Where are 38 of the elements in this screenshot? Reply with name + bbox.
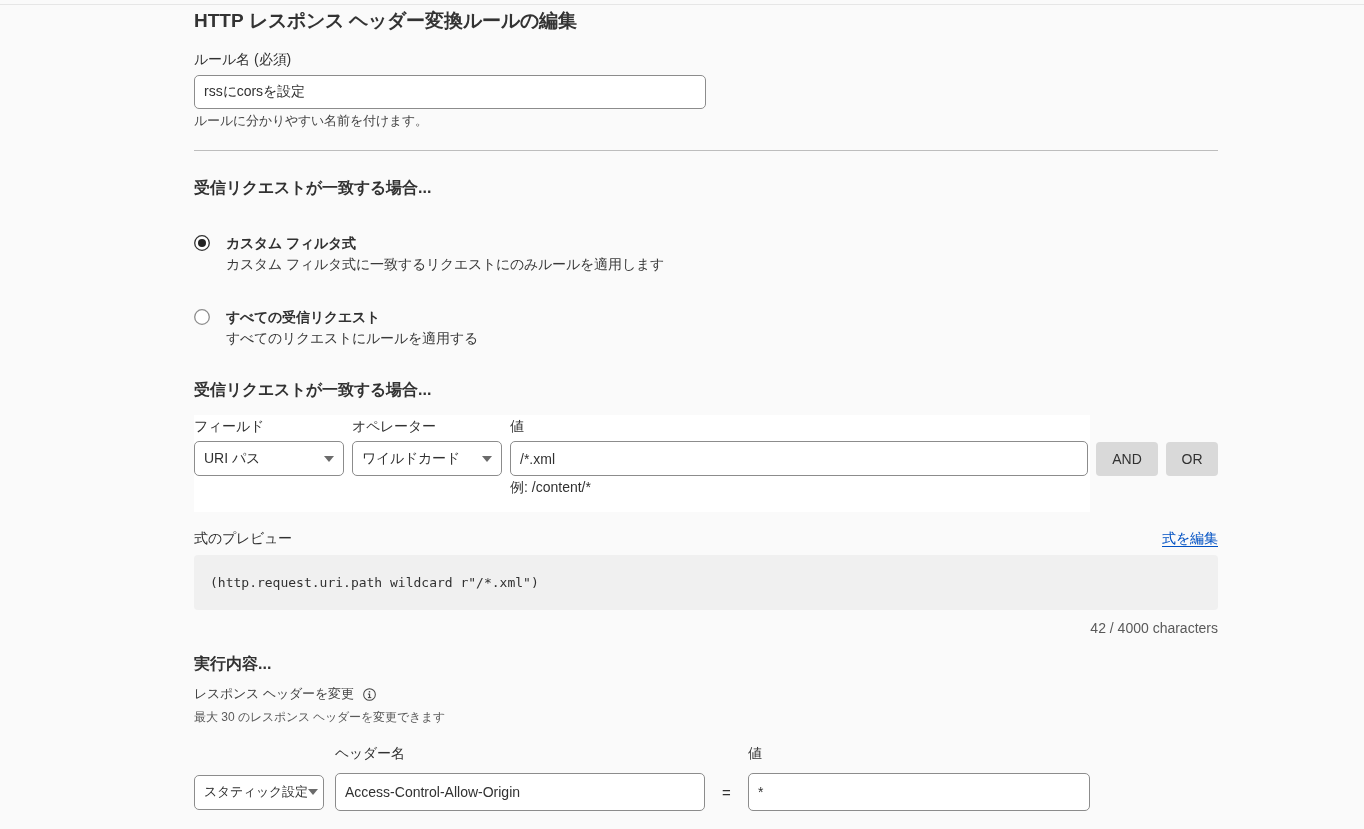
equals-sign: = — [722, 783, 731, 801]
preview-label: 式のプレビュー — [194, 529, 292, 547]
caret-icon — [482, 455, 492, 462]
mode-dropdown[interactable]: スタティック設定 — [194, 774, 324, 810]
rule-name-input[interactable]: rssにcorsを設定 — [194, 75, 706, 109]
field-dropdown[interactable]: URI パス — [194, 441, 344, 476]
logic-button[interactable]: AND — [1096, 442, 1158, 476]
option-description: カスタム フィルタ式に一致するリクエストにのみルールを適用します — [226, 255, 664, 274]
section-heading: 実行内容... — [194, 654, 272, 674]
value-input[interactable]: /*.xml — [510, 441, 1088, 476]
logic-button[interactable]: OR — [1166, 442, 1218, 476]
field-label: ルール名 (必須) — [194, 50, 292, 68]
column-label: 値 — [510, 417, 524, 435]
header-name-input[interactable]: Access-Control-Allow-Origin — [335, 773, 705, 811]
column-label: ヘッダー名 — [335, 744, 405, 762]
option-title: カスタム フィルタ式 — [226, 234, 356, 253]
expression-preview: (http.request.uri.path wildcard r"/*.xml") — [194, 555, 1218, 610]
edit-expression-link[interactable]: 式を編集 — [1162, 529, 1218, 547]
character-count: 42 / 4000 characters — [1090, 619, 1218, 637]
operator-dropdown[interactable]: ワイルドカード — [352, 441, 502, 476]
option-title: すべての受信リクエスト — [226, 308, 380, 327]
note-text: 最大 30 のレスポンス ヘッダーを変更できます — [194, 709, 446, 725]
option-description: すべてのリクエストにルールを適用する — [226, 329, 478, 348]
action-label: レスポンス ヘッダーを変更 — [194, 685, 354, 703]
radio-button[interactable] — [194, 235, 210, 251]
section-heading: 受信リクエストが一致する場合... — [194, 380, 432, 400]
help-text: ルールに分かりやすい名前を付けます。 — [194, 112, 428, 130]
page-title: HTTP レスポンス ヘッダー変換ルールの編集 — [194, 10, 578, 32]
column-label: フィールド — [194, 417, 264, 435]
section-heading: 受信リクエストが一致する場合... — [194, 178, 432, 198]
column-label: オペレーター — [352, 417, 436, 435]
radio-button[interactable] — [194, 309, 210, 325]
info-icon[interactable] — [362, 687, 376, 701]
header-value-input[interactable]: * — [748, 773, 1090, 811]
caret-icon — [308, 789, 318, 795]
column-label: 値 — [748, 744, 762, 762]
caret-icon — [324, 455, 334, 462]
example-text: 例: /content/* — [510, 478, 591, 496]
